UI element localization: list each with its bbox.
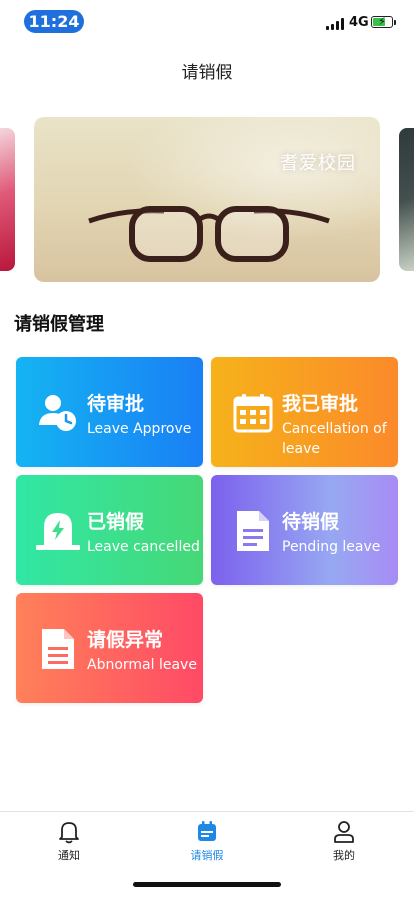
banner-slide-next[interactable] — [399, 128, 414, 271]
card-subtitle: Leave cancelled — [87, 539, 200, 555]
bell-icon — [59, 822, 79, 844]
tab-profile[interactable]: 我的 — [304, 820, 384, 863]
status-bar: 11:24 4G ⚡ — [0, 0, 414, 44]
tab-leave[interactable]: 请销假 — [167, 820, 247, 863]
card-subtitle: Abnormal leave — [87, 657, 197, 673]
banner-slide-current[interactable]: 耆爱校园 — [34, 117, 380, 282]
tab-label: 请销假 — [190, 849, 224, 862]
person-icon — [334, 821, 354, 843]
banner-slogan: 耆爱校园 — [280, 153, 356, 174]
banner-slide-prev[interactable] — [0, 128, 15, 271]
user-clock-icon — [39, 395, 76, 431]
leave-approve-card[interactable]: 待审批 Leave Approve — [16, 357, 203, 467]
abnormal-leave-card[interactable]: 请假异常 Abnormal leave — [16, 593, 203, 703]
card-title: 待审批 — [87, 393, 145, 415]
pending-leave-card[interactable]: 待销假 Pending leave — [211, 475, 398, 585]
battery-cap — [394, 20, 396, 25]
network-type: 4G — [349, 15, 369, 30]
tab-notifications[interactable]: 通知 — [29, 820, 109, 863]
document-icon — [237, 511, 269, 551]
home-indicator[interactable] — [133, 882, 281, 887]
calendar-icon — [233, 394, 273, 433]
signal-icon — [326, 18, 344, 30]
tab-label: 我的 — [333, 849, 355, 862]
tab-label: 通知 — [58, 849, 80, 862]
page-title: 请销假 — [181, 63, 233, 83]
glasses-image — [88, 206, 330, 262]
calendar-icon — [198, 821, 216, 841]
card-title: 请假异常 — [87, 629, 164, 651]
card-title: 已销假 — [87, 511, 145, 533]
card-subtitle: Leave Approve — [87, 421, 192, 437]
card-title: 待销假 — [282, 511, 340, 533]
power-plant-icon — [36, 513, 80, 550]
section-title: 请销假管理 — [14, 314, 104, 335]
leave-cancelled-card[interactable]: 已销假 Leave cancelled — [16, 475, 203, 585]
card-title: 我已审批 — [282, 393, 359, 415]
document-icon — [42, 629, 74, 669]
cancellation-card[interactable]: 我已审批 Cancellation of leave — [211, 357, 398, 467]
card-subtitle: Cancellation of leave — [282, 421, 387, 457]
card-subtitle: Pending leave — [282, 539, 381, 555]
battery-icon: ⚡ — [371, 15, 393, 28]
status-time: 11:24 — [24, 10, 84, 33]
